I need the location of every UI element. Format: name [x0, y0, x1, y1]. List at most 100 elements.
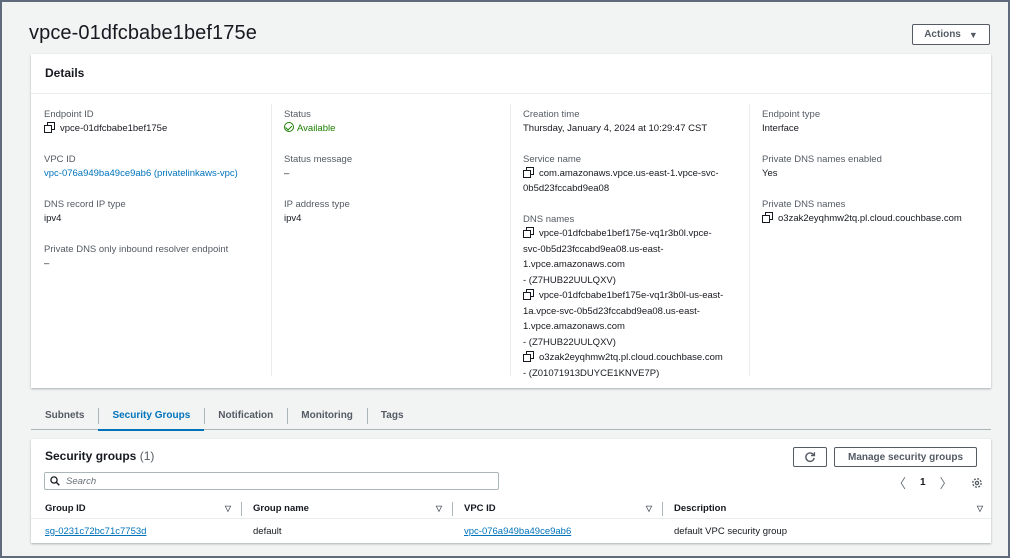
dns-name-entry-2: vpce-01dfcbabe1bef175e-vq1r3b0l-us-east-…: [523, 288, 749, 350]
copy-icon[interactable]: [523, 227, 534, 238]
dns1-line-2: svc-0b5d23fccabd9ea08.us-east-: [523, 243, 664, 255]
table-row: sg-0231c72bc71c7753d default vpc-076a949…: [31, 521, 991, 541]
sort-icon[interactable]: ▽: [225, 499, 231, 519]
dns-name-entry-1: vpce-01dfcbabe1bef175e-vq1r3b0l.vpce- sv…: [523, 226, 749, 288]
copy-icon[interactable]: [523, 289, 534, 300]
tab-notification[interactable]: Notification: [204, 406, 287, 430]
private-dns-names-value: o3zak2eyqhmw2tq.pl.cloud.couchbase.com: [762, 211, 990, 226]
dns3-line-1: o3zak2eyqhmw2tq.pl.cloud.couchbase.com: [539, 352, 723, 363]
security-groups-title: Security groups (1): [45, 449, 154, 463]
column-header-group-id[interactable]: Group ID ▽: [31, 499, 239, 519]
details-column-1: Endpoint ID vpce-01dfcbabe1bef175e VPC I…: [32, 104, 271, 376]
copy-icon[interactable]: [523, 167, 534, 178]
search-icon: [50, 476, 60, 486]
description-cell: default VPC security group: [674, 525, 788, 537]
creation-time-label: Creation time: [523, 109, 580, 120]
next-page-icon[interactable]: 〉: [940, 473, 953, 492]
endpoint-type-value: Interface: [762, 123, 799, 134]
private-dns-names-label: Private DNS names: [762, 199, 846, 210]
dns-name-entry-3: o3zak2eyqhmw2tq.pl.cloud.couchbase.com -…: [523, 350, 749, 381]
endpoint-id-value: vpce-01dfcbabe1bef175e: [44, 121, 271, 136]
dns2-line-2: 1a.vpce-svc-0b5d23fccabd9ea08.us-east-: [523, 305, 700, 317]
tab-bar: Subnets Security Groups Notification Mon…: [31, 406, 991, 431]
manage-security-groups-button[interactable]: Manage security groups: [834, 447, 977, 467]
status-label: Status: [284, 109, 311, 120]
tab-monitoring[interactable]: Monitoring: [287, 406, 367, 430]
actions-button[interactable]: Actions ▼: [912, 24, 990, 45]
dns-record-ip-type-value: ipv4: [44, 213, 62, 224]
private-dns-inbound-value: –: [44, 258, 50, 269]
column-header-label: VPC ID: [464, 502, 496, 514]
endpoint-id-label: Endpoint ID: [44, 109, 94, 120]
security-groups-title-text: Security groups: [45, 449, 137, 463]
search-box[interactable]: [44, 472, 499, 490]
tab-subnets[interactable]: Subnets: [31, 406, 98, 430]
endpoint-type-label: Endpoint type: [762, 109, 821, 120]
dns-names-label: DNS names: [523, 214, 575, 225]
table-header: Group ID ▽ Group name ▽ VPC ID ▽ Descrip…: [31, 499, 991, 519]
dns1-zone: - (Z7HUB22UULQXV): [523, 274, 616, 286]
group-id-link[interactable]: sg-0231c72bc71c7753d: [31, 526, 239, 537]
search-input[interactable]: [66, 475, 486, 487]
caret-down-icon: ▼: [968, 29, 978, 40]
service-name-value: com.amazonaws.vpce.us-east-1.vpce-svc- 0…: [523, 166, 749, 196]
copy-icon[interactable]: [523, 351, 534, 362]
refresh-icon: [805, 452, 816, 462]
status-message-label: Status message: [284, 154, 353, 165]
details-column-3: Creation time Thursday, January 4, 2024 …: [510, 104, 749, 379]
column-header-description[interactable]: Description ▽: [660, 499, 991, 519]
tab-security-groups[interactable]: Security Groups: [98, 406, 205, 431]
page-number[interactable]: 1: [920, 477, 926, 488]
pagination: 〈 1 〉: [893, 473, 983, 492]
private-dns-names-text: o3zak2eyqhmw2tq.pl.cloud.couchbase.com: [778, 213, 962, 224]
vpc-id-link[interactable]: vpc-076a949ba49ce9ab6: [450, 526, 660, 537]
column-header-group-name[interactable]: Group name ▽: [239, 499, 450, 519]
column-header-label: Description: [674, 502, 727, 514]
dns2-line-3: 1.vpce.amazonaws.com: [523, 321, 625, 332]
ip-address-type-label: IP address type: [284, 199, 350, 210]
service-name-line-1: com.amazonaws.vpce.us-east-1.vpce-svc-: [539, 168, 719, 179]
private-dns-enabled-value: Yes: [762, 168, 778, 179]
endpoint-id-text: vpce-01dfcbabe1bef175e: [60, 123, 168, 134]
group-name-cell: default: [253, 525, 282, 537]
dns1-line-1: vpce-01dfcbabe1bef175e-vq1r3b0l.vpce-: [539, 228, 712, 239]
copy-icon[interactable]: [762, 212, 773, 223]
dns1-line-3: 1.vpce.amazonaws.com: [523, 259, 625, 270]
private-dns-enabled-label: Private DNS names enabled: [762, 154, 882, 165]
copy-icon[interactable]: [44, 122, 55, 133]
details-title: Details: [31, 54, 991, 94]
service-name-line-2: 0b5d23fccabd9ea08: [523, 183, 610, 194]
security-groups-count: (1): [139, 449, 155, 463]
sort-icon[interactable]: ▽: [646, 499, 652, 519]
gear-icon[interactable]: [971, 477, 983, 489]
column-header-label: Group ID: [45, 502, 86, 514]
status-text: Available: [297, 123, 336, 134]
private-dns-inbound-label: Private DNS only inbound resolver endpoi…: [44, 244, 229, 255]
vpc-id-link[interactable]: vpc-076a949ba49ce9ab6 (privatelinkaws-vp…: [44, 166, 271, 181]
details-column-4: Endpoint type Interface Private DNS name…: [749, 104, 990, 376]
ip-address-type-value: ipv4: [284, 213, 302, 224]
security-groups-panel: Security groups (1) Manage security grou…: [31, 439, 991, 543]
tab-tags[interactable]: Tags: [366, 406, 418, 430]
dns3-zone: - (Z01071913DUYCE1KNVE7P): [523, 367, 660, 379]
vpc-id-label: VPC ID: [44, 154, 76, 165]
sort-icon[interactable]: ▽: [977, 499, 983, 519]
page-title: vpce-01dfcbabe1bef175e: [29, 22, 257, 44]
dns-record-ip-type-label: DNS record IP type: [44, 199, 126, 210]
details-panel: Details Endpoint ID vpce-01dfcbabe1bef17…: [31, 54, 991, 388]
status-value: Available: [284, 121, 510, 136]
sort-icon[interactable]: ▽: [436, 499, 442, 519]
column-header-vpc-id[interactable]: VPC ID ▽: [450, 499, 660, 519]
service-name-label: Service name: [523, 154, 582, 165]
check-circle-icon: [284, 122, 294, 132]
actions-button-label: Actions: [924, 29, 961, 40]
previous-page-icon[interactable]: 〈: [893, 473, 906, 492]
console-frame: vpce-01dfcbabe1bef175e Actions ▼ Details…: [0, 0, 1010, 558]
status-message-value: –: [284, 168, 290, 179]
column-header-label: Group name: [253, 502, 309, 514]
dns2-zone: - (Z7HUB22UULQXV): [523, 336, 616, 348]
creation-time-value: Thursday, January 4, 2024 at 10:29:47 CS…: [523, 123, 708, 134]
dns2-line-1: vpce-01dfcbabe1bef175e-vq1r3b0l-us-east-: [539, 290, 724, 301]
details-column-2: Status Available Status message – IP add…: [271, 104, 510, 376]
refresh-button[interactable]: [793, 447, 827, 467]
